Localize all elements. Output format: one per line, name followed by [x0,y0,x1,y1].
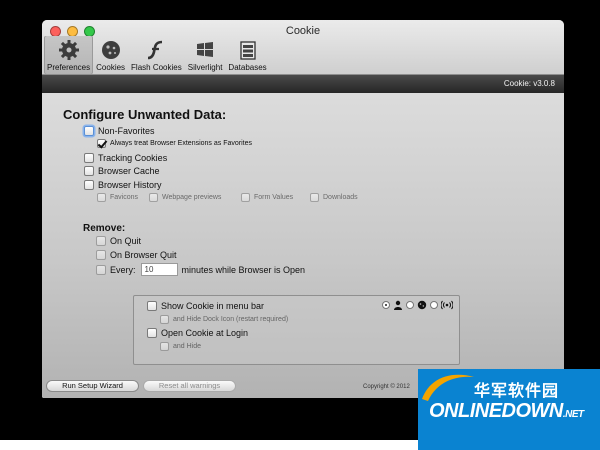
reset-warnings-button[interactable]: Reset all warnings [143,380,236,392]
signal-icon [441,300,453,310]
every-label: Every: [110,264,136,275]
on-quit-label: On Quit [110,236,142,246]
person-icon [394,300,402,310]
downloads-checkbox[interactable] [310,193,319,202]
show-menu-bar-checkbox[interactable] [147,301,157,311]
tab-flash-cookies[interactable]: Flash Cookies [128,36,185,74]
tab-cookies-label: Cookies [96,63,126,72]
every-option[interactable]: Every: minutes while Browser is Open [96,263,305,276]
every-minutes-input[interactable] [140,263,178,276]
non-favorites-option[interactable]: Non-Favorites [84,126,155,136]
on-browser-quit-option[interactable]: On Browser Quit [96,250,177,260]
icon-style-radio-person[interactable] [382,301,390,309]
form-values-option[interactable]: Form Values [241,193,293,202]
browser-cache-option[interactable]: Browser Cache [84,166,160,176]
form-values-label: Form Values [254,194,294,201]
tab-silverlight[interactable]: Silverlight [185,36,226,74]
and-hide-checkbox[interactable] [160,342,169,351]
tab-databases[interactable]: Databases [225,36,269,74]
always-treat-label: Always treat Browser Extensions as Favor… [110,140,252,147]
open-at-login-label: Open Cookie at Login [161,328,249,338]
silverlight-icon [197,42,214,57]
non-favorites-label: Non-Favorites [98,126,155,136]
on-browser-quit-checkbox[interactable] [96,250,106,260]
non-favorites-checkbox[interactable] [84,126,94,136]
browser-history-option[interactable]: Browser History [84,180,162,190]
menu-icon-style-group [382,300,453,310]
every-suffix-label: minutes while Browser is Open [181,264,306,275]
always-treat-option[interactable]: Always treat Browser Extensions as Favor… [97,139,252,148]
favicons-checkbox[interactable] [97,193,106,202]
browser-cache-checkbox[interactable] [84,166,94,176]
on-browser-quit-label: On Browser Quit [110,250,177,260]
downloads-label: Downloads [323,194,358,201]
configure-heading: Configure Unwanted Data: [63,107,227,122]
icon-style-radio-signal[interactable] [430,301,438,309]
hide-dock-option[interactable]: and Hide Dock Icon (restart required) [160,315,288,324]
database-icon [239,41,256,60]
tab-silverlight-label: Silverlight [187,63,223,72]
hide-dock-label: and Hide Dock Icon (restart required) [173,316,289,323]
cookie-icon [101,41,120,59]
gear-icon [58,40,79,60]
tracking-cookies-checkbox[interactable] [84,153,94,163]
tab-preferences[interactable]: Preferences [44,36,94,74]
title-bar: Cookie Preferences Cookies Flash Cookies… [42,20,564,75]
show-menu-bar-label: Show Cookie in menu bar [161,301,265,311]
copyright-text: Copyright © 2012 [363,384,410,390]
webpage-previews-label: Webpage previews [162,194,222,201]
tab-flash-cookies-label: Flash Cookies [131,63,182,72]
open-at-login-option[interactable]: Open Cookie at Login [147,328,248,338]
browser-cache-label: Browser Cache [98,166,160,176]
always-treat-checkbox[interactable] [97,139,106,148]
tab-databases-label: Databases [228,63,267,72]
watermark-chinese: 华军软件园 [474,381,560,400]
downloads-option[interactable]: Downloads [310,193,358,202]
every-checkbox[interactable] [96,264,106,275]
watermark-english-text: ONLINEDOWN [429,400,563,422]
tab-preferences-label: Preferences [47,63,91,72]
run-setup-wizard-button[interactable]: Run Setup Wizard [46,380,139,392]
and-hide-label: and Hide [173,343,202,350]
menu-bar-panel: Show Cookie in menu bar and Hide Dock Ic… [133,295,460,365]
form-values-checkbox[interactable] [241,193,250,202]
and-hide-option[interactable]: and Hide [160,342,201,351]
preferences-pane: Configure Unwanted Data: Non-Favorites A… [42,93,564,398]
show-menu-bar-option[interactable]: Show Cookie in menu bar [147,301,264,311]
tracking-cookies-option[interactable]: Tracking Cookies [84,153,167,163]
icon-style-radio-cookie[interactable] [406,301,414,309]
webpage-previews-option[interactable]: Webpage previews [149,193,221,202]
on-quit-option[interactable]: On Quit [96,236,141,246]
browser-history-checkbox[interactable] [84,180,94,190]
favicons-label: Favicons [110,194,139,201]
on-quit-checkbox[interactable] [96,236,106,246]
tab-cookies[interactable]: Cookies [93,36,128,74]
watermark-suffix: .NET [562,409,584,420]
webpage-previews-checkbox[interactable] [149,193,158,202]
watermark-english: ONLINEDOWN.NET [429,400,584,423]
app-window: Cookie Preferences Cookies Flash Cookies… [42,20,564,398]
flash-icon [148,40,163,60]
version-bar: Cookie: v3.0.8 [42,75,564,93]
open-at-login-checkbox[interactable] [147,328,157,338]
tracking-cookies-label: Tracking Cookies [98,153,168,163]
toolbar: Preferences Cookies Flash Cookies Silver… [44,36,270,74]
remove-heading: Remove: [83,223,126,234]
watermark-logo: 华军软件园 ONLINEDOWN.NET [418,369,600,450]
cookie-icon [417,300,427,310]
hide-dock-checkbox[interactable] [160,315,169,324]
favicons-option[interactable]: Favicons [97,193,138,202]
browser-history-label: Browser History [98,180,162,190]
